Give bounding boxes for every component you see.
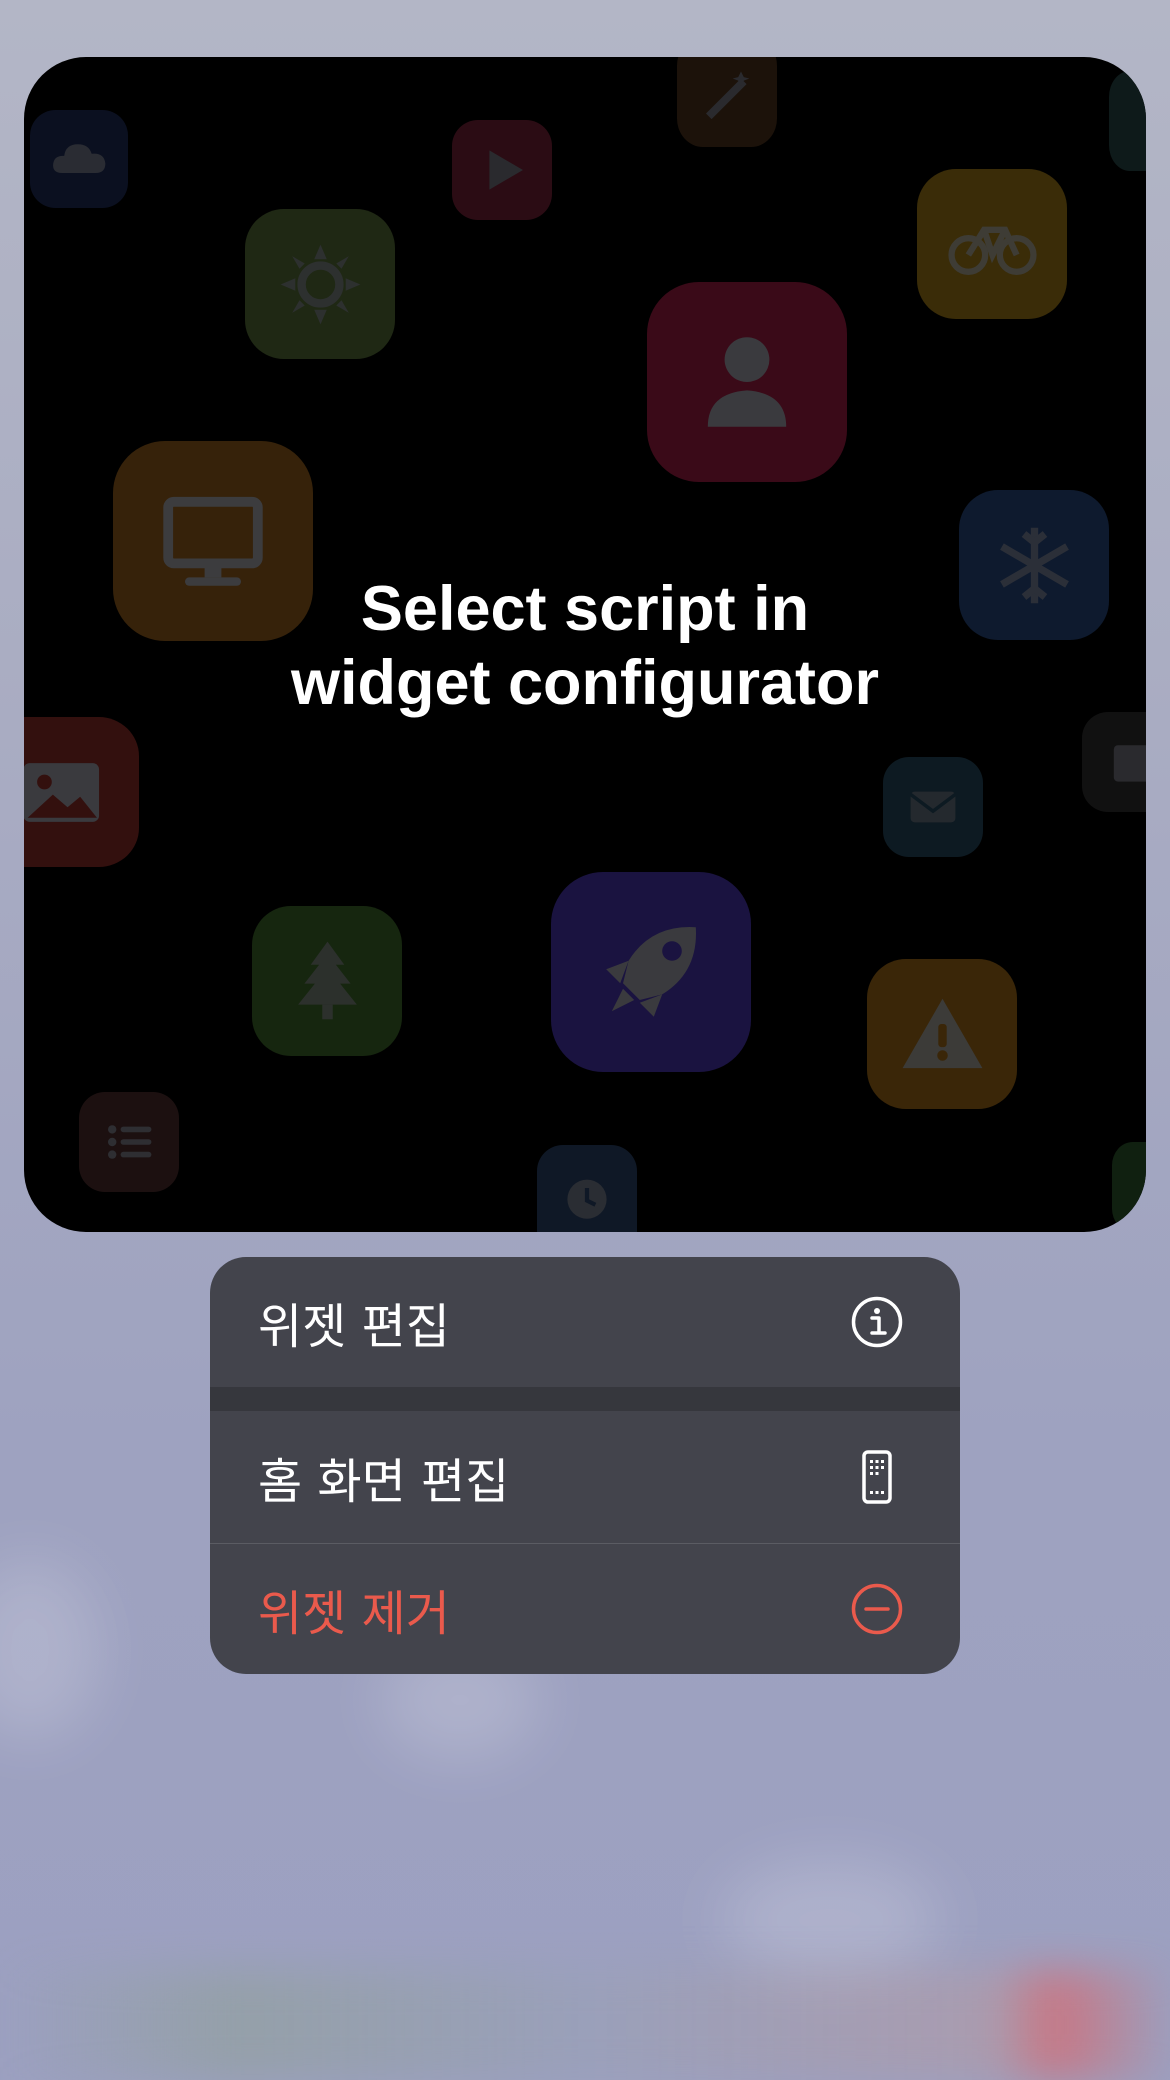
play-icon — [452, 120, 552, 220]
minus-circle-icon — [850, 1582, 904, 1636]
photo-icon — [24, 717, 139, 867]
widget-preview[interactable]: Select script in widget configurator — [24, 57, 1146, 1232]
bicycle-icon — [917, 169, 1067, 319]
person-icon — [647, 282, 847, 482]
edit-home-screen-label: 홈 화면 편집 — [258, 1454, 510, 1510]
phone-grid-icon — [850, 1450, 904, 1504]
edit-home-screen-menu-item[interactable]: 홈 화면 편집 — [210, 1411, 960, 1543]
edit-widget-menu-item[interactable]: 위젯 편집 — [210, 1257, 960, 1387]
magic-wand-icon — [677, 57, 777, 147]
list-icon — [79, 1092, 179, 1192]
clock-icon — [537, 1145, 637, 1232]
remove-widget-label: 위젯 제거 — [258, 1586, 450, 1642]
widget-message-line1: Select script in — [360, 574, 810, 644]
background-blur — [720, 1860, 940, 1980]
rocket-icon — [551, 872, 751, 1072]
context-menu: 위젯 편집 홈 화면 편집 위젯 제거 — [210, 1257, 960, 1674]
dock-glow — [0, 1970, 1170, 2080]
background-blur — [0, 1560, 100, 1740]
widget-message-line2: widget configurator — [291, 648, 879, 718]
calendar-icon — [1082, 712, 1146, 812]
sun-icon — [245, 209, 395, 359]
app-icon-partial — [1112, 1142, 1146, 1232]
remove-widget-menu-item[interactable]: 위젯 제거 — [210, 1544, 960, 1674]
app-icon-partial — [1109, 71, 1146, 171]
tree-icon — [252, 906, 402, 1056]
mail-icon — [883, 757, 983, 857]
cloud-icon — [30, 110, 128, 208]
edit-widget-label: 위젯 편집 — [258, 1299, 450, 1355]
warning-icon — [867, 959, 1017, 1109]
widget-placeholder-message: Select script in widget configurator — [24, 572, 1146, 720]
menu-section-gap — [210, 1387, 960, 1411]
info-icon — [850, 1295, 904, 1349]
